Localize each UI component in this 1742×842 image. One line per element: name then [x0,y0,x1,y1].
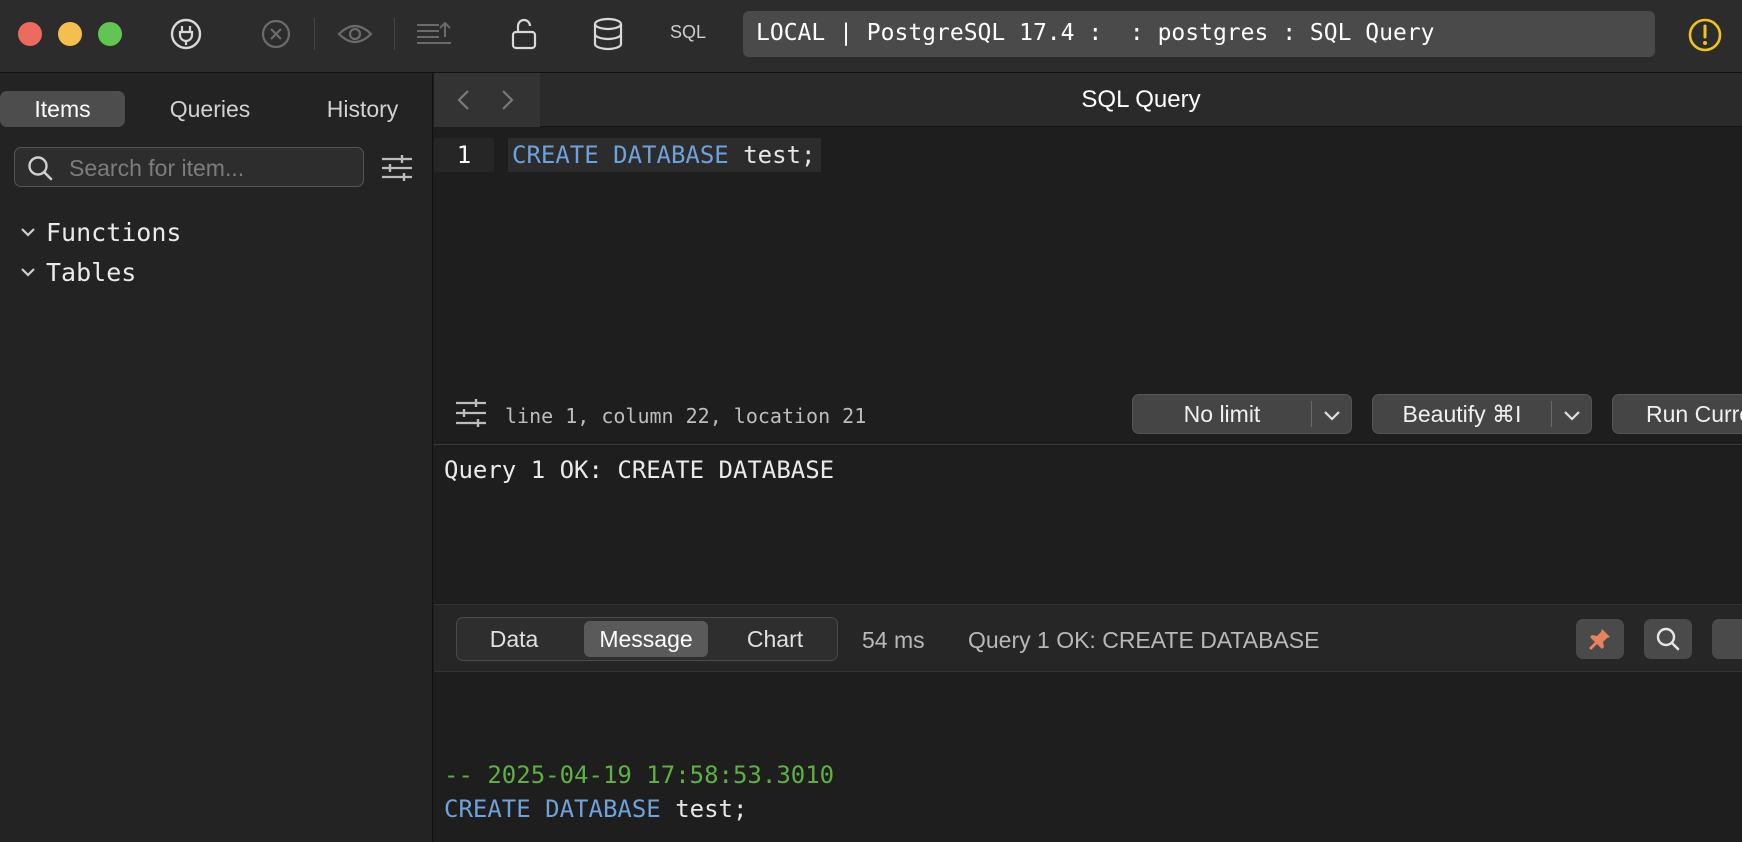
beautify-dropdown[interactable]: Beautify ⌘I [1372,394,1592,434]
limit-dropdown[interactable]: No limit [1132,394,1352,434]
message-area: Query 1 OK: CREATE DATABASE [434,444,1742,604]
message-log: -- 2025-04-19 17:58:53.3010 CREATE DATAB… [434,673,1742,842]
tab-items[interactable]: Items [0,91,125,127]
database-icon[interactable] [588,16,628,52]
cursor-position: line 1, column 22, location 21 [505,404,867,428]
tab-history[interactable]: History [290,91,435,127]
divider [1311,401,1312,427]
unlock-icon[interactable] [504,16,544,52]
run-current-button[interactable]: Run Current [1612,394,1742,434]
window-minimize-button[interactable] [58,22,82,46]
pin-icon [1589,629,1610,650]
more-results-button[interactable] [1712,619,1742,659]
eye-icon[interactable] [335,16,375,52]
sql-keyword: CREATE DATABASE [444,795,661,823]
search-input[interactable] [67,154,357,182]
nav-arrows [434,73,540,127]
titlebar: SQL LOCAL | PostgreSQL 17.4 : : postgres… [0,0,1742,73]
execution-time: 54 ms [862,627,925,653]
toolbar-separator [314,18,315,50]
tab-data[interactable]: Data [463,621,565,657]
code-line[interactable]: CREATE DATABASE test; [508,138,822,172]
chevron-down-icon[interactable] [1321,404,1343,426]
chevron-down-icon[interactable] [1561,404,1583,426]
editor-status-bar: line 1, column 22, location 21 No limit … [434,377,1742,447]
search-icon [1656,627,1680,651]
sql-keyword: CREATE DATABASE [512,141,729,169]
sql-mode-label[interactable]: SQL [670,22,706,43]
tree-item-tables[interactable]: Tables [18,257,136,287]
close-circle-icon[interactable] [256,16,296,52]
forward-arrow-icon[interactable] [496,88,518,112]
window-close-button[interactable] [18,22,42,46]
divider [1551,401,1552,427]
sql-text: test; [660,795,748,823]
plug-icon[interactable] [166,16,206,52]
results-tabs: Data Message Chart [456,617,838,661]
toolbar-separator [394,18,395,50]
tree-item-label: Functions [46,217,182,247]
back-arrow-icon[interactable] [453,88,475,112]
search-results-button[interactable] [1644,619,1692,659]
sql-text: test; [728,141,816,169]
query-result-message: Query 1 OK: CREATE DATABASE [444,456,835,484]
limit-label: No limit [1183,400,1261,427]
search-icon [28,156,53,181]
results-toolbar: Data Message Chart 54 ms Query 1 OK: CRE… [434,604,1742,672]
results-status-message: Query 1 OK: CREATE DATABASE [968,627,1320,653]
tab-queries[interactable]: Queries [140,91,280,127]
sidebar-tabs: Items Queries History [0,91,433,127]
document-title: SQL Query [1081,86,1201,113]
pin-button[interactable] [1576,619,1624,659]
log-statement: CREATE DATABASE test; [444,795,747,823]
editor-nav-bar: SQL Query [434,73,1742,127]
tab-message[interactable]: Message [584,621,708,657]
search-box [14,147,364,187]
sidebar: Items Queries History Functions Tables [0,73,433,842]
main-panel: SQL Query 1 CREATE DATABASE test; line 1… [434,73,1742,842]
chevron-down-icon[interactable] [18,262,38,282]
window-maximize-button[interactable] [98,22,122,46]
line-number: 1 [434,138,494,172]
tab-chart[interactable]: Chart [719,621,831,657]
connection-info-bar[interactable]: LOCAL | PostgreSQL 17.4 : : postgres : S… [743,11,1655,57]
tree-item-functions[interactable]: Functions [18,217,181,247]
warning-icon[interactable] [1688,18,1722,52]
export-lines-icon[interactable] [414,16,454,52]
tree-item-label: Tables [46,257,137,287]
editor-settings-icon[interactable] [454,397,488,429]
chevron-down-icon[interactable] [18,222,38,242]
log-timestamp: -- 2025-04-19 17:58:53.3010 [444,761,835,789]
filter-options-icon[interactable] [380,151,414,185]
beautify-label: Beautify ⌘I [1402,400,1522,427]
